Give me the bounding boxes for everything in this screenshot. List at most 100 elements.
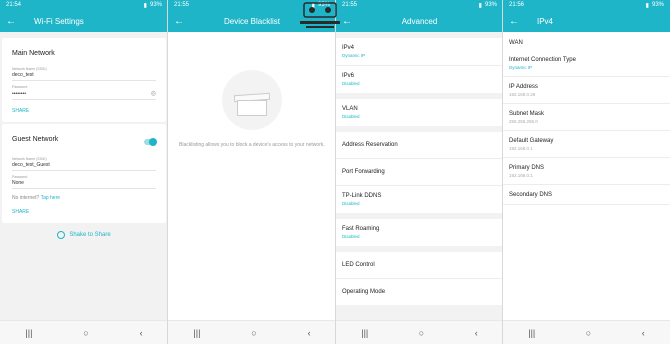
advanced-list: IPv4 Dynamic IP IPv6 Disabled VLAN Disabled Ad… (336, 38, 503, 305)
settings-row[interactable]: LED Control (336, 252, 503, 279)
page-title: IPv4 (537, 16, 554, 26)
app-bar: ← Advanced (336, 10, 503, 32)
recents-icon[interactable]: ||| (361, 328, 368, 338)
settings-row-value: Disabled (342, 81, 360, 86)
settings-row-title: Address Reservation (342, 142, 398, 148)
ssid-label: Network Name (SSID) (12, 67, 47, 71)
home-icon[interactable]: ○ (586, 328, 591, 338)
no-internet-text: No internet? (12, 195, 40, 201)
shake-icon (57, 231, 66, 239)
settings-row[interactable]: TP-Link DDNS Disabled (336, 186, 503, 213)
settings-row[interactable]: Fast Roaming Disabled (336, 219, 503, 246)
shake-to-share[interactable]: Shake to Share (0, 231, 168, 239)
ipv4-row[interactable]: Internet Connection Type Dynamic IP (503, 50, 670, 77)
guest-password-label: Password (12, 175, 28, 179)
back-arrow-icon[interactable]: ← (342, 16, 356, 27)
screen-divider (335, 0, 336, 344)
home-icon[interactable]: ○ (419, 328, 424, 338)
share-button[interactable]: SHARE (12, 108, 156, 114)
back-icon[interactable]: ‹ (642, 328, 645, 338)
field-underline (12, 80, 156, 81)
shake-label: Shake to Share (69, 232, 111, 238)
empty-state-text: Blacklisting allows you to block a devic… (179, 142, 325, 148)
page-title: Wi-Fi Settings (34, 16, 84, 26)
guest-ssid-label: Network Name (SSID) (12, 157, 47, 161)
settings-row-value: Disabled (342, 114, 360, 119)
field-underline (12, 188, 156, 189)
main-network-card: Main Network Network Name (SSID) deco_te… (2, 38, 166, 122)
field-underline (12, 99, 156, 100)
status-bar: 21:55 ▮ 93% (336, 0, 503, 10)
ipv4-row-title: Internet Connection Type (509, 57, 576, 63)
ipv4-row-value: Dynamic IP (509, 65, 533, 70)
ipv4-row: Secondary DNS (503, 185, 670, 205)
screen-divider (167, 0, 168, 344)
status-time: 21:56 (509, 2, 525, 8)
device-blacklist-screen: 21:55 ▮ 93% ← Device Blacklist Blacklisti… (168, 0, 336, 344)
battery-level: 93% (149, 2, 162, 8)
settings-row-title: IPv6 (342, 73, 355, 79)
tap-here-link[interactable]: Tap here (41, 195, 60, 201)
wan-section-header: WAN (509, 40, 523, 46)
battery-level: 93% (484, 2, 497, 8)
nav-bar: ||| ○ ‹ (336, 320, 503, 344)
ipv4-row-title: Subnet Mask (509, 111, 545, 117)
home-icon[interactable]: ○ (83, 328, 88, 338)
nav-bar: ||| ○ ‹ (0, 320, 168, 344)
app-bar: ← Wi-Fi Settings (0, 10, 168, 32)
settings-row-value: Dynamic IP (342, 53, 366, 58)
settings-row-title: VLAN (342, 106, 358, 112)
settings-row[interactable]: Address Reservation (336, 132, 503, 159)
guest-share-button[interactable]: SHARE (12, 209, 156, 215)
back-icon[interactable]: ‹ (140, 328, 143, 338)
ipv4-row-value: 192.168.0.26 (509, 92, 536, 97)
ssid-value: deco_test (12, 72, 34, 78)
guest-password-field[interactable]: None (12, 180, 156, 186)
ipv4-row: Subnet Mask 255.255.255.0 (503, 104, 670, 131)
settings-row[interactable]: IPv6 Disabled (336, 66, 503, 93)
status-bar: 21:54 ▮ 93% (0, 0, 168, 10)
password-field[interactable]: •••••••• ◎ (12, 90, 156, 98)
back-icon[interactable]: ‹ (308, 328, 311, 338)
empty-box-illustration (222, 70, 282, 130)
settings-row[interactable]: VLAN Disabled (336, 99, 503, 126)
eye-off-icon[interactable]: ◎ (151, 90, 156, 97)
settings-row-value: Disabled (342, 201, 360, 206)
guest-network-toggle[interactable] (144, 137, 157, 146)
guest-password-value: None (12, 180, 24, 186)
status-time: 21:54 (6, 2, 22, 8)
ipv4-row-title: Secondary DNS (509, 192, 553, 198)
field-underline (12, 170, 156, 171)
settings-group: Fast Roaming Disabled (336, 219, 503, 246)
settings-row[interactable]: Operating Mode (336, 279, 503, 305)
recents-icon[interactable]: ||| (25, 328, 32, 338)
recents-icon[interactable]: ||| (528, 328, 535, 338)
wifi-settings-screen: 21:54 ▮ 93% ← Wi-Fi Settings Main Network… (0, 0, 168, 344)
ipv4-row-value: 192.168.0.1 (509, 173, 533, 178)
ipv4-row-title: Primary DNS (509, 165, 545, 171)
signal-icon: ▮ (645, 2, 649, 9)
ssid-field[interactable]: deco_test (12, 72, 156, 78)
settings-row[interactable]: Port Forwarding (336, 159, 503, 186)
back-arrow-icon[interactable]: ← (509, 16, 523, 27)
no-internet-hint: No internet? Tap here (12, 195, 156, 201)
guest-network-card: Guest Network Network Name (SSID) deco_t… (2, 124, 166, 223)
ipv4-row: Primary DNS 192.168.0.1 (503, 158, 670, 185)
ipv4-row-title: IP Address (509, 84, 538, 90)
battery-level: 93% (651, 2, 664, 8)
ipv4-row-value: 255.255.255.0 (509, 119, 538, 124)
guest-ssid-field[interactable]: deco_test_Guest (12, 162, 156, 168)
back-icon[interactable]: ‹ (475, 328, 478, 338)
advanced-screen: 21:55 ▮ 93% ← Advanced IPv4 Dynamic IP IPv6… (336, 0, 503, 344)
status-time: 21:55 (174, 2, 190, 8)
settings-row[interactable]: IPv4 Dynamic IP (336, 38, 503, 66)
back-arrow-icon[interactable]: ← (174, 16, 188, 27)
back-arrow-icon[interactable]: ← (6, 16, 20, 27)
guest-network-heading: Guest Network (12, 136, 59, 143)
settings-group: VLAN Disabled (336, 99, 503, 126)
status-time: 21:55 (342, 2, 358, 8)
settings-row-title: IPv4 (342, 45, 355, 51)
nav-bar: ||| ○ ‹ (503, 320, 670, 344)
home-icon[interactable]: ○ (251, 328, 256, 338)
recents-icon[interactable]: ||| (193, 328, 200, 338)
